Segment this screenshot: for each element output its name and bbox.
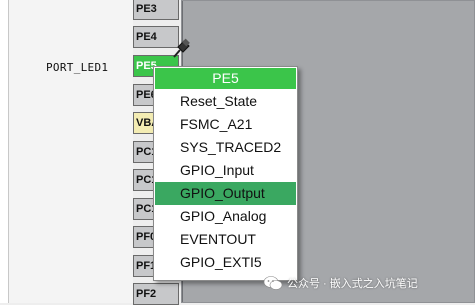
menu-item-sys-traced2[interactable]: SYS_TRACED2 (155, 136, 296, 159)
view-border (0, 0, 9, 303)
menu-item-gpio-exti5[interactable]: GPIO_EXTI5 (155, 251, 296, 274)
menu-item-eventout[interactable]: EVENTOUT (155, 228, 296, 251)
pin-context-menu: PE5 Reset_State FSMC_A21 SYS_TRACED2 GPI… (153, 66, 298, 281)
menu-item-gpio-output[interactable]: GPIO_Output (155, 182, 296, 205)
menu-item-gpio-input[interactable]: GPIO_Input (155, 159, 296, 182)
pin-pe3[interactable]: PE3 (133, 0, 179, 20)
pin-pf2[interactable]: PF2 (133, 283, 179, 305)
watermark: 公众号 · 嵌入式之入坑笔记 (263, 275, 418, 291)
menu-title: PE5 (155, 68, 296, 89)
menu-item-gpio-analog[interactable]: GPIO_Analog (155, 205, 296, 228)
menu-item-fsmc-a21[interactable]: FSMC_A21 (155, 113, 296, 136)
pushpin-icon (173, 38, 190, 58)
watermark-text: 公众号 · 嵌入式之入坑笔记 (287, 278, 418, 290)
chip-view-background (0, 0, 133, 303)
menu-item-reset-state[interactable]: Reset_State (155, 90, 296, 113)
wechat-icon (263, 276, 283, 290)
pin-user-label: PORT_LED1 (46, 61, 109, 74)
